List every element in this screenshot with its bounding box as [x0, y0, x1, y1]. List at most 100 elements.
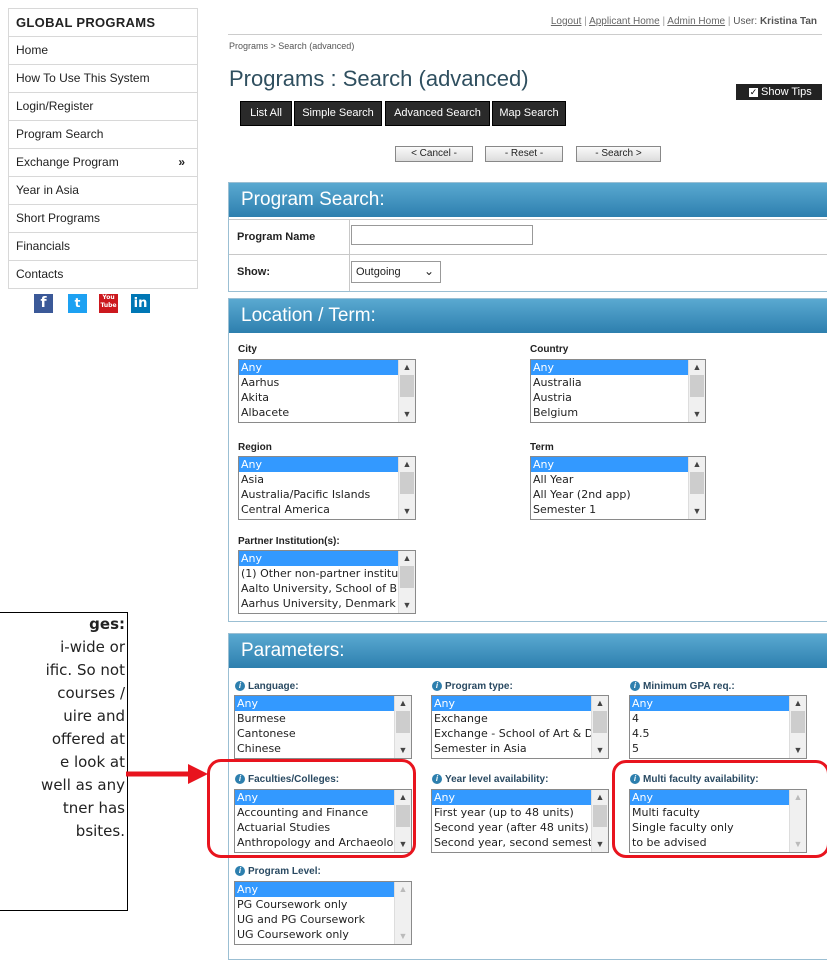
list-option[interactable]: Any — [432, 790, 591, 805]
info-icon[interactable]: i — [235, 681, 245, 692]
scrollbar[interactable]: ▲ ▼ — [394, 882, 411, 944]
chevron-up-icon[interactable]: ▲ — [689, 457, 705, 472]
list-option[interactable]: (1) Other non-partner institu — [239, 566, 398, 581]
scrollbar[interactable]: ▲ ▼ — [398, 551, 415, 613]
chevron-down-icon[interactable]: ▼ — [592, 743, 608, 758]
program-name-input[interactable] — [351, 225, 533, 245]
year-level-listbox[interactable]: Any First year (up to 48 units) Second y… — [431, 789, 609, 853]
chevron-up-icon[interactable]: ▲ — [395, 882, 411, 897]
list-option[interactable]: First year (up to 48 units) — [432, 805, 591, 820]
list-option[interactable]: 4 — [630, 711, 789, 726]
sidebar-item-short-programs[interactable]: Short Programs — [9, 205, 197, 233]
chevron-up-icon[interactable]: ▲ — [689, 360, 705, 375]
language-listbox[interactable]: Any Burmese Cantonese Chinese ▲ ▼ — [234, 695, 412, 759]
list-option[interactable]: Australia/Pacific Islands — [239, 487, 398, 502]
list-option[interactable]: Any — [235, 882, 394, 897]
scrollbar[interactable]: ▲ ▼ — [398, 457, 415, 519]
scroll-thumb[interactable] — [400, 566, 414, 588]
show-select[interactable]: Outgoing ⌄ — [351, 261, 441, 283]
list-option[interactable]: Any — [235, 696, 394, 711]
list-option[interactable]: Any — [531, 457, 688, 472]
list-option[interactable]: UG Coursework only — [235, 927, 394, 942]
chevron-down-icon[interactable]: ▼ — [395, 743, 411, 758]
list-option[interactable]: Akita — [239, 390, 398, 405]
list-option[interactable]: All Year (2nd app) — [531, 487, 688, 502]
applicant-home-link[interactable]: Applicant Home — [589, 16, 660, 27]
scroll-thumb[interactable] — [791, 711, 805, 733]
min-gpa-listbox[interactable]: Any 4 4.5 5 ▲ ▼ — [629, 695, 807, 759]
city-listbox[interactable]: Any Aarhus Akita Albacete ▲ ▼ — [238, 359, 416, 423]
chevron-down-icon[interactable]: ▼ — [689, 504, 705, 519]
info-icon[interactable]: i — [432, 681, 442, 692]
scrollbar[interactable]: ▲ ▼ — [591, 696, 608, 758]
map-search-button[interactable]: Map Search — [492, 101, 566, 126]
chevron-down-icon[interactable]: ▼ — [399, 598, 415, 613]
facebook-icon[interactable]: f — [34, 294, 53, 313]
program-level-listbox[interactable]: Any PG Coursework only UG and PG Coursew… — [234, 881, 412, 945]
chevron-up-icon[interactable]: ▲ — [399, 360, 415, 375]
list-option[interactable]: Any — [630, 696, 789, 711]
scrollbar[interactable]: ▲ ▼ — [789, 696, 806, 758]
list-option[interactable]: Aarhus University, Denmark — [239, 596, 398, 611]
term-listbox[interactable]: Any All Year All Year (2nd app) Semester… — [530, 456, 706, 520]
list-option[interactable]: Second year, second semest — [432, 835, 591, 850]
chevron-down-icon[interactable]: ▼ — [790, 743, 806, 758]
chevron-down-icon[interactable]: ▼ — [399, 407, 415, 422]
list-option[interactable]: Any — [239, 551, 398, 566]
sidebar-item-program-search[interactable]: Program Search — [9, 121, 197, 149]
list-option[interactable]: 4.5 — [630, 726, 789, 741]
sidebar-item-contacts[interactable]: Contacts — [9, 261, 197, 288]
list-option[interactable]: Any — [239, 360, 398, 375]
list-option[interactable]: Semester in Asia — [432, 741, 591, 756]
simple-search-button[interactable]: Simple Search — [294, 101, 382, 126]
chevron-down-icon[interactable]: ▼ — [395, 929, 411, 944]
chevron-down-icon[interactable]: ▼ — [689, 407, 705, 422]
scrollbar[interactable]: ▲ ▼ — [398, 360, 415, 422]
scroll-thumb[interactable] — [690, 375, 704, 397]
scrollbar[interactable]: ▲ ▼ — [591, 790, 608, 852]
search-button[interactable]: - Search > — [576, 146, 661, 162]
info-icon[interactable]: i — [235, 866, 245, 877]
scroll-thumb[interactable] — [400, 375, 414, 397]
list-option[interactable]: Central America — [239, 502, 398, 517]
list-option[interactable]: Asia — [239, 472, 398, 487]
logout-link[interactable]: Logout — [551, 16, 582, 27]
scroll-thumb[interactable] — [593, 805, 607, 827]
program-type-listbox[interactable]: Any Exchange Exchange - School of Art & … — [431, 695, 609, 759]
chevron-up-icon[interactable]: ▲ — [592, 696, 608, 711]
list-option[interactable]: UG and PG Coursework — [235, 912, 394, 927]
show-tips-toggle[interactable]: ✓ Show Tips — [736, 84, 822, 100]
list-option[interactable]: Cantonese — [235, 726, 394, 741]
cancel-button[interactable]: < Cancel - — [395, 146, 473, 162]
chevron-up-icon[interactable]: ▲ — [399, 551, 415, 566]
list-option[interactable]: Burmese — [235, 711, 394, 726]
linkedin-icon[interactable]: in — [131, 294, 150, 313]
list-option[interactable]: All Year — [531, 472, 688, 487]
list-option[interactable]: 5 — [630, 741, 789, 756]
list-option[interactable]: Any — [531, 360, 688, 375]
scroll-thumb[interactable] — [396, 711, 410, 733]
info-icon[interactable]: i — [630, 681, 640, 692]
chevron-up-icon[interactable]: ▲ — [592, 790, 608, 805]
scrollbar[interactable]: ▲ ▼ — [394, 696, 411, 758]
scroll-thumb[interactable] — [400, 472, 414, 494]
twitter-icon[interactable]: t — [68, 294, 87, 313]
scrollbar[interactable]: ▲ ▼ — [688, 360, 705, 422]
youtube-icon[interactable]: You Tube — [99, 294, 118, 313]
list-option[interactable]: Any — [432, 696, 591, 711]
scroll-thumb[interactable] — [690, 472, 704, 494]
chevron-up-icon[interactable]: ▲ — [790, 696, 806, 711]
sidebar-item-home[interactable]: Home — [9, 37, 197, 65]
scrollbar[interactable]: ▲ ▼ — [688, 457, 705, 519]
list-option[interactable]: Austria — [531, 390, 688, 405]
admin-home-link[interactable]: Admin Home — [667, 16, 725, 27]
chevron-down-icon[interactable]: ▼ — [399, 504, 415, 519]
list-option[interactable]: Exchange - School of Art & D — [432, 726, 591, 741]
country-listbox[interactable]: Any Australia Austria Belgium ▲ ▼ — [530, 359, 706, 423]
chevron-down-icon[interactable]: ▼ — [592, 837, 608, 852]
list-option[interactable]: Aalto University, School of B — [239, 581, 398, 596]
sidebar-item-year-in-asia[interactable]: Year in Asia — [9, 177, 197, 205]
list-all-button[interactable]: List All — [240, 101, 292, 126]
partner-listbox[interactable]: Any (1) Other non-partner institu Aalto … — [238, 550, 416, 614]
sidebar-item-exchange-program[interactable]: Exchange Program » — [9, 149, 197, 177]
